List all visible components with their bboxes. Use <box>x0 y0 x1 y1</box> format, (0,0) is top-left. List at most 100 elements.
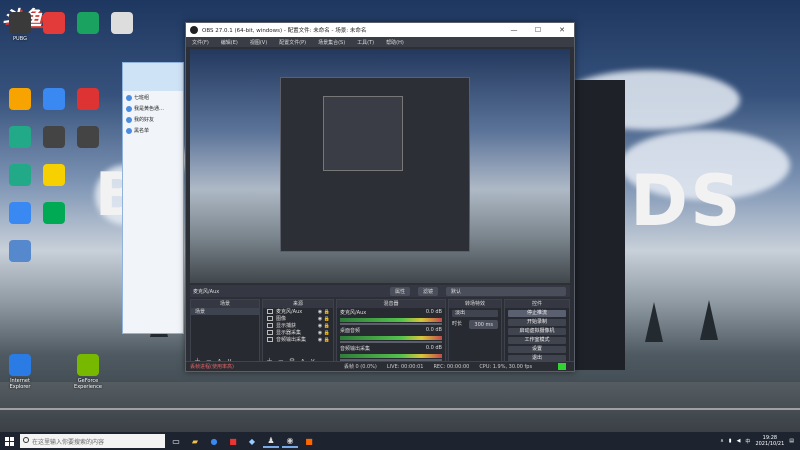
mixer-channel-db: 0.0 dB <box>425 309 442 315</box>
app-icon <box>9 126 31 148</box>
desktop-icon[interactable] <box>2 202 38 226</box>
desktop-icon[interactable] <box>36 88 72 112</box>
menu-edit[interactable]: 编辑(E) <box>221 39 238 46</box>
source-item[interactable]: 图像 ◉ 🔒 <box>263 315 333 322</box>
source-item[interactable]: 显示器采集 ◉ 🔒 <box>263 329 333 336</box>
desktop-icon[interactable] <box>36 126 72 150</box>
source-item[interactable]: 音频输出采集 ◉ 🔒 <box>263 336 333 343</box>
obs-statusbar: 丢帧进程(使用率高) 丢帧 0 (0.0%) LIVE: 00:00:01 RE… <box>186 361 574 371</box>
menu-profile[interactable]: 配置文件(P) <box>279 39 306 46</box>
menu-view[interactable]: 视图(V) <box>250 39 267 46</box>
volume-icon[interactable]: ◀ <box>737 438 741 444</box>
douyu-taskbar-icon[interactable]: ■ <box>301 434 317 448</box>
start-button[interactable] <box>0 432 18 450</box>
default-device-select[interactable]: 默认 <box>446 286 566 296</box>
obs-taskbar-icon[interactable]: ◉ <box>282 434 298 448</box>
control-button[interactable]: 启动虚拟摄像机 <box>508 328 566 335</box>
menu-scene-collection[interactable]: 场景集合(S) <box>318 39 345 46</box>
duration-input[interactable]: 300 ms <box>469 320 498 329</box>
app-icon <box>43 88 65 110</box>
menu-help[interactable]: 帮助(H) <box>386 39 404 46</box>
source-type-icon <box>267 316 273 321</box>
qq-group-item[interactable]: 我是黄色通… <box>126 104 180 113</box>
file-explorer-icon[interactable]: ▰ <box>187 434 203 448</box>
control-button[interactable]: 工作室模式 <box>508 337 566 344</box>
mixer-channel-header: 桌面音频 0.0 dB <box>337 326 445 335</box>
task-view-icon[interactable]: ▭ <box>168 434 184 448</box>
avatar <box>126 105 132 112</box>
control-button[interactable]: 停止推流 <box>508 310 566 317</box>
desktop-icon-label: PUBG <box>13 36 27 42</box>
obs-titlebar[interactable]: OBS 27.0.1 (64-bit, windows) - 配置文件: 未命名… <box>186 23 574 37</box>
tray-expand-icon[interactable]: ∧ <box>720 438 724 444</box>
volume-slider[interactable] <box>340 323 442 325</box>
app-icon <box>77 12 99 34</box>
desktop-icon[interactable]: PUBG <box>2 12 38 42</box>
background-app-window[interactable] <box>568 80 625 370</box>
control-button[interactable]: 设置 <box>508 346 566 353</box>
obs-preview[interactable] <box>190 49 570 283</box>
visibility-eye-icon[interactable]: ◉ 🔒 <box>318 330 330 336</box>
desktop-icon[interactable] <box>36 202 72 226</box>
properties-button[interactable]: 属性 <box>389 286 410 296</box>
visibility-eye-icon[interactable]: ◉ 🔒 <box>318 337 330 343</box>
desktop-icon[interactable] <box>70 126 106 150</box>
edge-icon[interactable]: ● <box>206 434 222 448</box>
tree <box>645 302 663 342</box>
control-button[interactable]: 开始录制 <box>508 319 566 326</box>
obs-app-icon <box>190 26 198 34</box>
network-icon[interactable]: ▮ <box>729 438 732 444</box>
obs-window[interactable]: OBS 27.0.1 (64-bit, windows) - 配置文件: 未命名… <box>185 22 575 372</box>
app-icon[interactable]: ■ <box>225 434 241 448</box>
volume-slider[interactable] <box>340 341 442 343</box>
qq-window[interactable]: 七班组我是黄色通… 我的好友黑名单 <box>122 62 184 334</box>
maximize-button[interactable]: ☐ <box>526 23 550 37</box>
source-item[interactable]: 麦克风/Aux ◉ 🔒 <box>263 308 333 315</box>
desktop-icon[interactable] <box>36 12 72 36</box>
sources-dock: 来源 麦克风/Aux ◉ 🔒 图像 ◉ 🔒 显示捕获 ◉ 🔒 显示器采集 ◉ 🔒 音频输出采集 ◉… <box>262 299 334 369</box>
desktop-icon[interactable] <box>104 12 140 36</box>
taskbar-search-input[interactable]: 在这里输入你要搜索的内容 <box>20 434 165 448</box>
mixer-channel-header: 音频输出采集 0.0 dB <box>337 344 445 353</box>
desktop-icon[interactable] <box>70 88 106 112</box>
desktop-icon-label: Internet Explorer <box>9 378 31 390</box>
menu-tools[interactable]: 工具(T) <box>357 39 374 46</box>
source-item[interactable]: 显示捕获 ◉ 🔒 <box>263 322 333 329</box>
minimize-button[interactable]: — <box>502 23 526 37</box>
ime-icon[interactable]: 中 <box>745 438 750 445</box>
visibility-eye-icon[interactable]: ◉ 🔒 <box>318 323 330 329</box>
audio-meter <box>340 354 442 358</box>
source-label: 显示捕获 <box>276 323 297 329</box>
qq-icon[interactable]: ♟ <box>263 434 279 448</box>
clock[interactable]: 19:28 2021/10/21 <box>755 435 784 447</box>
filters-button[interactable]: 滤镜 <box>417 286 438 296</box>
steam-icon[interactable]: ◆ <box>244 434 260 448</box>
desktop-icon[interactable] <box>70 12 106 36</box>
desktop-icon[interactable] <box>2 126 38 150</box>
mixer-channel-header: 麦克风/Aux 0.0 dB <box>337 308 445 317</box>
notification-icon[interactable]: ▤ <box>789 438 794 444</box>
scene-item[interactable]: 场景 <box>191 308 259 315</box>
close-button[interactable]: ✕ <box>550 23 574 37</box>
menu-file[interactable]: 文件(F) <box>192 39 209 46</box>
transition-type-select[interactable]: 淡出 <box>452 310 498 317</box>
desktop-icon[interactable] <box>2 164 38 188</box>
tree <box>700 300 718 340</box>
qq-group-item[interactable]: 七班组 <box>126 93 180 102</box>
desktop-icon[interactable] <box>36 164 72 188</box>
qq-group-item[interactable]: 黑名单 <box>126 126 180 135</box>
visibility-eye-icon[interactable]: ◉ 🔒 <box>318 316 330 322</box>
desktop-icon[interactable] <box>2 240 38 264</box>
transitions-dock: 转场特效 淡出 时长 300 ms <box>448 299 502 369</box>
mixer-dock: 混音器 麦克风/Aux 0.0 dB 桌面音频 0.0 dB 音频输出采集 0.0 dB <box>336 299 446 369</box>
qq-group-item[interactable]: 我的好友 <box>126 115 180 124</box>
visibility-eye-icon[interactable]: ◉ 🔒 <box>318 309 330 315</box>
app-icon <box>111 12 133 34</box>
desktop-icon[interactable]: Internet Explorer <box>2 354 38 390</box>
desktop-icon[interactable]: GeForce Experience <box>70 354 106 390</box>
windows-icon <box>4 436 14 446</box>
system-tray: ∧ ▮ ◀ 中 19:28 2021/10/21 ▤ <box>720 435 800 447</box>
controls-dock-title: 控件 <box>505 300 569 308</box>
scenes-dock-title: 场景 <box>191 300 259 308</box>
desktop-icon[interactable] <box>2 88 38 112</box>
